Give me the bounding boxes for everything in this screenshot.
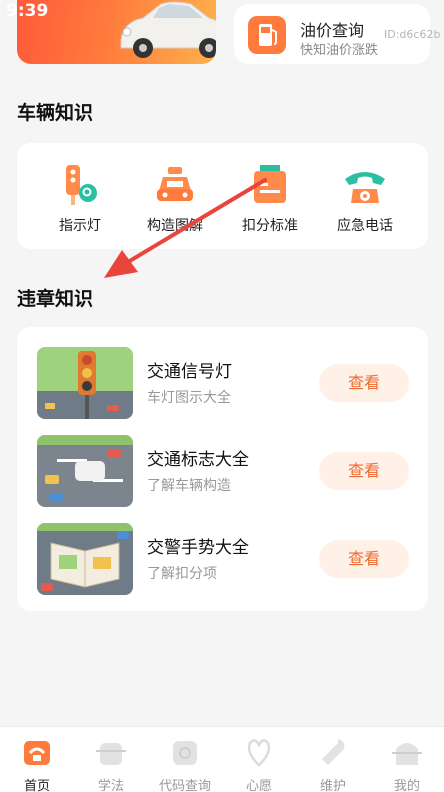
status-time: 9:39: [6, 1, 49, 21]
traffic-light-thumbnail: [37, 347, 133, 419]
vehicle-item-label: 构造图解: [147, 218, 203, 234]
license-icon: [254, 165, 286, 203]
tab-mine[interactable]: 我的: [370, 735, 444, 792]
traffic-sign-thumbnail: [37, 435, 133, 507]
oil-card-subtitle: 快知油价涨跌: [300, 43, 379, 58]
vehicle-item-label: 应急电话: [337, 218, 393, 234]
tab-label: 学法: [97, 779, 124, 792]
vehicle-item-deduction[interactable]: 扣分标准: [225, 163, 315, 235]
list-item[interactable]: 交通标志大全 了解车辆构造 查看: [17, 435, 428, 507]
view-button[interactable]: 查看: [319, 540, 409, 578]
traffic-light-search-icon: [66, 165, 97, 205]
view-button[interactable]: 查看: [319, 364, 409, 402]
violation-knowledge-card: 交通信号灯 车灯图示大全 查看 交通标志大全 了解车辆构造 查看 交警手势大全 …: [17, 327, 428, 611]
tab-wish[interactable]: 心愿: [222, 735, 296, 792]
tab-label: 首页: [23, 779, 50, 792]
status-bar: 9:39 ▾ ◢ ▮: [0, 0, 444, 26]
profile-tab-icon: [392, 743, 422, 765]
wish-tab-icon: [247, 739, 271, 767]
tab-home[interactable]: 首页: [0, 735, 74, 792]
signal-wifi-battery-icon: ▾ ◢ ▮: [382, 3, 414, 18]
telephone-icon: [345, 172, 385, 203]
tab-code-lookup[interactable]: 代码查询: [148, 735, 222, 792]
study-tab-icon: [96, 743, 126, 765]
tab-study[interactable]: 学法: [74, 735, 148, 792]
list-item[interactable]: 交警手势大全 了解扣分项 查看: [17, 523, 428, 595]
violation-section-title: 违章知识: [17, 288, 94, 310]
vehicle-item-label: 扣分标准: [242, 218, 298, 234]
list-item[interactable]: 交通信号灯 车灯图示大全 查看: [17, 347, 428, 419]
taxi-icon: [157, 167, 193, 201]
vehicle-item-label: 指示灯: [59, 218, 101, 234]
code-lookup-tab-icon: [173, 741, 197, 765]
list-item-title: 交通信号灯: [147, 362, 232, 382]
tab-label: 维护: [319, 779, 346, 792]
bottom-tab-bar: 首页 学法 代码查询 心愿 维护 我的: [0, 726, 444, 792]
list-item-subtitle: 了解扣分项: [147, 566, 217, 582]
vehicle-item-structure[interactable]: 构造图解: [130, 163, 220, 235]
police-gesture-thumbnail: [37, 523, 133, 595]
list-item-title: 交通标志大全: [147, 450, 249, 470]
vehicle-section-title: 车辆知识: [17, 102, 94, 124]
tab-label: 心愿: [245, 779, 272, 792]
tab-label: 代码查询: [158, 779, 211, 792]
vehicle-item-indicator[interactable]: 指示灯: [35, 163, 125, 235]
list-item-subtitle: 车灯图示大全: [147, 390, 231, 406]
home-tab-icon: [24, 741, 50, 765]
vehicle-knowledge-card: 指示灯 构造图解 扣分标准 应急电话: [17, 143, 428, 249]
id-watermark: ID:d6c62b: [384, 28, 441, 41]
list-item-subtitle: 了解车辆构造: [147, 478, 231, 494]
tab-label: 我的: [393, 779, 420, 792]
list-item-title: 交警手势大全: [147, 538, 249, 558]
wrench-icon: [322, 739, 345, 765]
vehicle-item-emergency[interactable]: 应急电话: [320, 163, 410, 235]
tab-maintenance[interactable]: 维护: [296, 735, 370, 792]
view-button[interactable]: 查看: [319, 452, 409, 490]
